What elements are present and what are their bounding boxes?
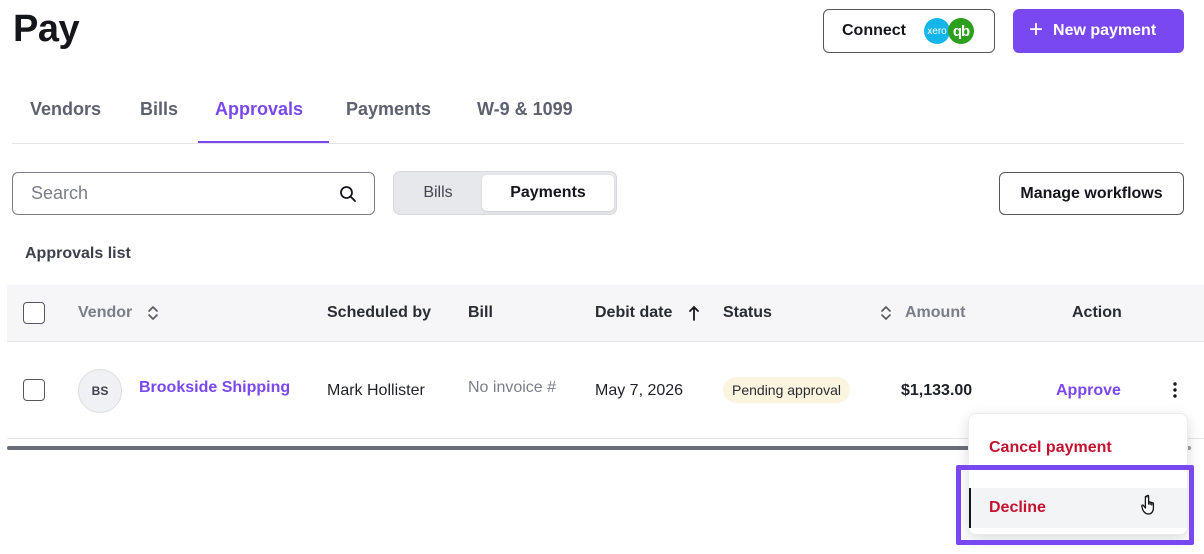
bill-cell: No invoice # [468,379,557,396]
tab-bills[interactable]: Bills [140,99,178,143]
vendor-link[interactable]: Brookside Shipping [139,379,290,397]
connect-label: Connect [842,22,906,39]
approvals-list-title: Approvals list [25,245,131,262]
more-options-icon[interactable] [1167,380,1183,400]
column-header-vendor[interactable]: Vendor [78,304,132,322]
tab-bar: Vendors Bills Approvals Payments W-9 & 1… [12,88,1184,144]
row-checkbox[interactable] [23,379,45,401]
search-box [12,172,375,215]
select-all-checkbox[interactable] [23,302,45,324]
manage-workflows-button[interactable]: Manage workflows [999,172,1184,215]
column-header-action: Action [1072,304,1122,321]
segment-bills[interactable]: Bills [397,175,479,211]
bills-payments-toggle: Bills Payments [393,171,617,215]
scheduled-by-cell: Mark Hollister [327,382,425,399]
tab-vendors[interactable]: Vendors [30,99,101,143]
connect-button[interactable]: Connect xero qb [823,9,995,53]
segment-payments[interactable]: Payments [482,175,614,211]
search-input[interactable] [31,183,331,204]
column-header-scheduled-by: Scheduled by [327,304,432,321]
tab-approvals[interactable]: Approvals [215,99,303,143]
integration-logos: xero qb [924,17,976,45]
page-title: Pay [13,8,80,50]
tab-payments[interactable]: Payments [346,99,431,143]
column-header-debit-date[interactable]: Debit date [595,304,672,322]
approve-button[interactable]: Approve [1056,382,1121,400]
active-tab-indicator [198,141,329,143]
status-badge: Pending approval [723,377,850,403]
table-header: Vendor Scheduled by Bill Debit date Stat… [7,285,1204,342]
column-header-amount[interactable]: Amount [905,304,965,322]
hand-pointer-icon [1141,494,1155,515]
column-header-status: Status [723,304,772,321]
search-icon[interactable] [339,185,357,203]
new-payment-button[interactable]: + New payment [1013,9,1184,53]
cancel-payment-menu-item[interactable]: Cancel payment [969,433,1187,463]
column-header-bill: Bill [468,304,493,321]
sort-icon[interactable] [147,305,159,321]
plus-icon: + [1029,16,1044,43]
amount-cell: $1,133.00 [901,382,973,399]
tab-w9-1099[interactable]: W-9 & 1099 [477,99,573,143]
new-payment-label: New payment [1053,22,1157,39]
avatar: BS [78,369,122,413]
debit-date-cell: May 7, 2026 [595,382,684,399]
xero-logo-icon: xero [924,18,950,44]
sort-icon[interactable] [880,305,892,321]
arrow-up-icon[interactable] [688,305,700,321]
quickbooks-logo-icon: qb [948,18,974,44]
